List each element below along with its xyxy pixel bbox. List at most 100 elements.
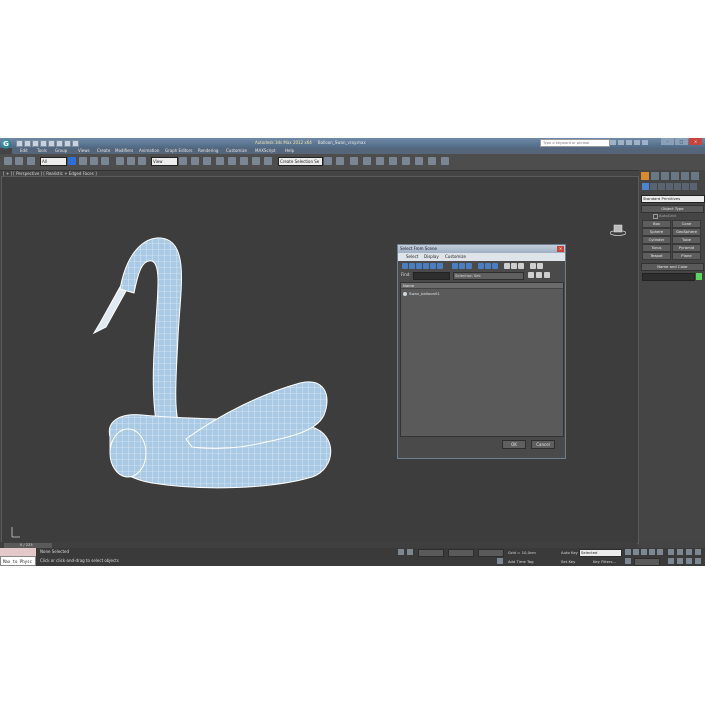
display-tab-icon[interactable] — [681, 172, 689, 180]
rendered-frame-window-icon[interactable] — [428, 157, 436, 165]
dialog-tab-display[interactable]: Display — [424, 253, 439, 261]
geometry-icon[interactable] — [642, 183, 649, 190]
minimize-button[interactable]: – — [661, 138, 674, 145]
helpers-icon[interactable] — [674, 183, 681, 190]
communication-center-icon[interactable] — [626, 140, 632, 145]
percent-snap-icon[interactable] — [240, 157, 248, 165]
orbit-icon[interactable] — [686, 558, 692, 564]
subscription-icon[interactable] — [618, 140, 624, 145]
display-helpers-icon[interactable] — [430, 263, 436, 269]
zoom-all-icon[interactable] — [677, 549, 683, 555]
cone-button[interactable]: Cone — [672, 220, 701, 228]
sphere-button[interactable]: Sphere — [642, 228, 671, 236]
select-invert-icon[interactable] — [518, 263, 524, 269]
mirror-icon[interactable] — [324, 157, 332, 165]
align-icon[interactable] — [336, 157, 344, 165]
selection-set-dropdown[interactable]: Selection Set: — [453, 272, 524, 280]
autogrid-checkbox-box[interactable] — [653, 213, 658, 219]
autogrid-checkbox[interactable]: AutoGrid — [653, 213, 676, 219]
angle-snap-icon[interactable] — [228, 157, 236, 165]
select-all-icon[interactable] — [504, 263, 510, 269]
maxscript-listener-top[interactable] — [0, 548, 36, 556]
render-setup-icon[interactable] — [415, 157, 423, 165]
utilities-tab-icon[interactable] — [691, 172, 699, 180]
display-cameras-icon[interactable] — [423, 263, 429, 269]
set-key-button[interactable]: Set Key — [561, 559, 575, 564]
selection-filter-dropdown[interactable]: All — [40, 157, 67, 166]
display-bones-icon[interactable] — [466, 263, 472, 269]
sync-selection-icon[interactable] — [537, 263, 543, 269]
field-of-view-icon[interactable] — [668, 558, 674, 564]
play-icon[interactable] — [641, 549, 647, 555]
zoom-extents-icon[interactable] — [686, 549, 692, 555]
display-xrefs-icon[interactable] — [459, 263, 465, 269]
dialog-tab-select[interactable]: Select — [406, 253, 418, 261]
absolute-mode-icon[interactable] — [407, 549, 413, 555]
select-manipulate-icon[interactable] — [191, 157, 199, 165]
lock-selection-icon[interactable] — [398, 549, 404, 555]
y-coordinate-field[interactable] — [448, 549, 474, 557]
display-shapes-icon[interactable] — [409, 263, 415, 269]
rotate-icon[interactable] — [127, 157, 135, 165]
display-invert-icon[interactable] — [492, 263, 498, 269]
plane-button[interactable]: Plane — [672, 252, 701, 260]
z-coordinate-field[interactable] — [478, 549, 504, 557]
display-lights-icon[interactable] — [416, 263, 422, 269]
select-and-link-icon[interactable] — [4, 157, 12, 165]
fetch-icon[interactable] — [64, 140, 71, 147]
window-crossing-icon[interactable] — [101, 157, 109, 165]
list-view-icon[interactable] — [528, 272, 534, 278]
scale-icon[interactable] — [138, 157, 146, 165]
key-mode-dropdown[interactable]: Selected — [579, 549, 622, 557]
current-frame-field[interactable] — [634, 558, 660, 566]
next-frame-icon[interactable] — [649, 549, 655, 555]
torus-button[interactable]: Torus — [642, 244, 671, 252]
viewcube-icon[interactable] — [610, 224, 626, 236]
name-and-color-rollout[interactable]: Name and Color — [641, 263, 704, 271]
shapes-icon[interactable] — [650, 183, 657, 190]
systems-icon[interactable] — [690, 183, 697, 190]
redo-icon[interactable] — [48, 140, 55, 147]
zoom-icon[interactable] — [668, 549, 674, 555]
select-object-icon[interactable] — [68, 157, 76, 165]
geosphere-button[interactable]: GeoSphere — [672, 228, 701, 236]
rectangular-selection-icon[interactable] — [90, 157, 98, 165]
display-none-icon[interactable] — [485, 263, 491, 269]
add-time-tag[interactable]: Add Time Tag — [508, 559, 533, 564]
pivot-center-icon[interactable] — [179, 157, 187, 165]
scene-object-list[interactable]: Name Swan_balloon01 — [400, 282, 564, 437]
open-file-icon[interactable] — [24, 140, 31, 147]
unlink-icon[interactable] — [15, 157, 23, 165]
object-type-rollout[interactable]: Object Type — [641, 205, 704, 213]
favorites-icon[interactable] — [634, 140, 640, 145]
list-item[interactable]: Swan_balloon01 — [403, 291, 440, 296]
motion-tab-icon[interactable] — [671, 172, 679, 180]
app-logo-icon[interactable]: G — [1, 139, 11, 149]
maximize-viewport-icon[interactable] — [695, 558, 701, 564]
box-button[interactable]: Box — [642, 220, 671, 228]
layer-manager-icon[interactable] — [350, 157, 358, 165]
dialog-title[interactable]: Select From Scene — [398, 245, 565, 253]
primitive-category-dropdown[interactable]: Standard Primitives — [641, 195, 705, 203]
zoom-extents-all-icon[interactable] — [695, 549, 701, 555]
graphite-ribbon-icon[interactable] — [363, 157, 371, 165]
dialog-close-button[interactable]: × — [557, 246, 564, 252]
display-all-icon[interactable] — [478, 263, 484, 269]
save-file-icon[interactable] — [32, 140, 39, 147]
teapot-button[interactable]: Teapot — [642, 252, 671, 260]
display-groups-icon[interactable] — [452, 263, 458, 269]
modify-tab-icon[interactable] — [651, 172, 659, 180]
cancel-button[interactable]: Cancel — [531, 440, 555, 449]
filter-icon[interactable] — [530, 263, 536, 269]
hierarchy-view-icon[interactable] — [536, 272, 542, 278]
dialog-tab-customize[interactable]: Customize — [445, 253, 466, 261]
render-production-icon[interactable] — [441, 157, 449, 165]
keyboard-shortcut-icon[interactable] — [203, 157, 211, 165]
undo-icon[interactable] — [40, 140, 47, 147]
previous-frame-icon[interactable] — [633, 549, 639, 555]
tube-button[interactable]: Tube — [672, 236, 701, 244]
close-button[interactable]: × — [689, 138, 702, 145]
key-mode-toggle-icon[interactable] — [625, 558, 631, 564]
schematic-view-icon[interactable] — [389, 157, 397, 165]
reference-coordinate-dropdown[interactable]: View — [151, 157, 178, 166]
